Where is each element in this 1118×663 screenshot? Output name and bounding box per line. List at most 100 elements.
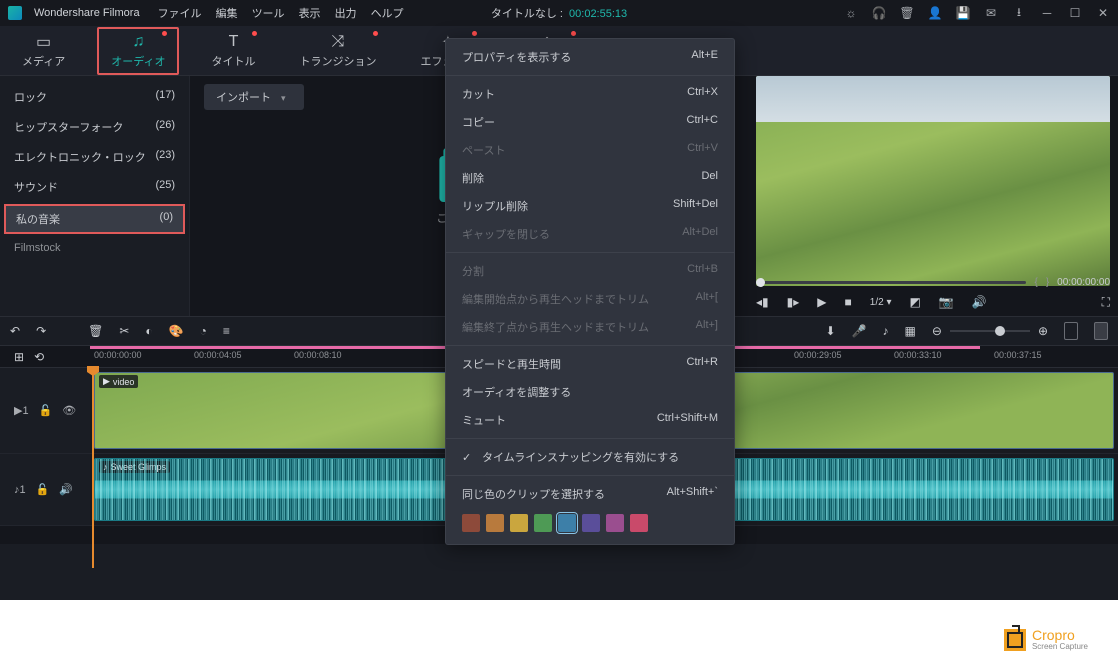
audio-category-sidebar: ロック(17) ヒップスターフォーク(26) エレクトロニック・ロック(23) … (0, 76, 190, 316)
ctx-adjust-audio[interactable]: オーディオを調整する (446, 378, 734, 406)
delete-icon[interactable]: 🗑 (88, 324, 103, 338)
ctx-ripple-delete[interactable]: リップル削除Shift+Del (446, 192, 734, 220)
text-icon: T (229, 33, 239, 51)
seek-slider[interactable] (756, 281, 1026, 284)
swatch-2[interactable] (510, 514, 528, 532)
zoom-in-icon[interactable]: ⊕ (1038, 324, 1048, 338)
menu-edit[interactable]: 編集 (216, 5, 238, 21)
speed-icon[interactable]: ◔ (200, 324, 207, 338)
sidebar-item-hipster[interactable]: ヒップスターフォーク(26) (0, 112, 189, 142)
volume-icon[interactable]: 🔊 (972, 295, 987, 309)
minimize-icon[interactable]: ─ (1040, 6, 1054, 20)
import-button[interactable]: インポート (204, 84, 304, 110)
ctx-trim-start: 編集開始点から再生ヘッドまでトリムAlt+[ (446, 285, 734, 313)
color-icon[interactable]: 🎨 (169, 324, 184, 338)
share-icon[interactable]: ✉ (984, 6, 998, 20)
ctx-speed[interactable]: スピードと再生時間Ctrl+R (446, 350, 734, 378)
close-icon[interactable]: ✕ (1096, 6, 1110, 20)
preview-scale[interactable]: 1/2 ▾ (870, 297, 892, 308)
sidebar-item-mymusic[interactable]: 私の音楽(0) (4, 204, 185, 234)
stop-icon[interactable]: ■ (845, 295, 852, 309)
ctx-properties[interactable]: プロパティを表示するAlt+E (446, 43, 734, 71)
ctx-mute[interactable]: ミュートCtrl+Shift+M (446, 406, 734, 434)
save-icon[interactable]: 💾 (956, 6, 970, 20)
preview-video[interactable] (756, 76, 1110, 286)
zoom-slider[interactable] (950, 330, 1030, 332)
track-audio-icon: ♪1 (14, 484, 26, 496)
audio-icon[interactable]: ♪ (883, 324, 889, 338)
filmstock-link[interactable]: Filmstock (0, 236, 189, 260)
zoom-out-icon[interactable]: ⊖ (932, 324, 942, 338)
zoom-fit-icon[interactable] (1064, 322, 1078, 340)
mark-out-icon[interactable]: } (1046, 277, 1049, 288)
sidebar-item-sound[interactable]: サウンド(25) (0, 172, 189, 202)
swatch-1[interactable] (486, 514, 504, 532)
swatch-6[interactable] (606, 514, 624, 532)
marker-icon[interactable]: ▦ (905, 324, 916, 338)
tab-title[interactable]: Tタイトル (199, 29, 267, 73)
sidebar-item-rock[interactable]: ロック(17) (0, 82, 189, 112)
tab-audio[interactable]: ♫オーディオ (97, 27, 179, 75)
music-icon: ♫ (132, 33, 144, 51)
prev-frame-icon[interactable]: ◂▮ (756, 295, 769, 309)
zoom-fit2-icon[interactable] (1094, 322, 1108, 340)
track-video-icon: ▶1 (14, 404, 29, 417)
ctx-split: 分割Ctrl+B (446, 257, 734, 285)
ctx-trim-end: 編集終了点から再生ヘッドまでトリムAlt+] (446, 313, 734, 341)
preview-controls: ◂▮ ▮▸ ▶ ■ 1/2 ▾ ◩ 📷 🔊 ⛶ (756, 290, 1110, 314)
ctx-snapping[interactable]: タイムラインスナッピングを有効にする (446, 443, 734, 471)
ctx-close-gap: ギャップを閉じるAlt+Del (446, 220, 734, 248)
swatch-5[interactable] (582, 514, 600, 532)
watermark-icon (1004, 629, 1026, 651)
project-title: タイトルなし : 00:02:55:13 (491, 5, 627, 21)
menu-help[interactable]: ヘルプ (371, 5, 404, 21)
ctx-select-color[interactable]: 同じ色のクリップを選択するAlt+Shift+` (446, 480, 734, 508)
sidebar-item-electronic[interactable]: エレクトロニック・ロック(23) (0, 142, 189, 172)
folder-icon: ▭ (36, 33, 51, 51)
mute-icon[interactable]: 🔊 (59, 483, 73, 496)
ctx-copy[interactable]: コピーCtrl+C (446, 108, 734, 136)
eye-icon[interactable]: 👁 (62, 404, 76, 417)
menu-tools[interactable]: ツール (252, 5, 285, 21)
brightness-icon[interactable]: ☼ (844, 6, 858, 20)
play-back-icon[interactable]: ▮▸ (787, 295, 800, 309)
playhead[interactable] (92, 368, 94, 568)
maximize-icon[interactable]: ☐ (1068, 6, 1082, 20)
video-clip-label: ▶ video (99, 375, 138, 388)
mic-icon[interactable]: 🎤 (852, 324, 867, 338)
track-add-icon[interactable]: ⊞ (14, 350, 24, 364)
swatch-3[interactable] (534, 514, 552, 532)
headphones-icon[interactable]: 🎧 (872, 6, 886, 20)
menu-output[interactable]: 出力 (335, 5, 357, 21)
split-icon[interactable]: ✂ (119, 324, 129, 338)
app-brand: Wondershare Filmora (34, 7, 140, 19)
undo-icon[interactable]: ↶ (10, 324, 20, 338)
lock-icon[interactable]: 🔓 (36, 483, 50, 496)
transition-icon: ⤨ (332, 33, 345, 51)
crop-icon[interactable]: ◐ (145, 324, 152, 338)
ctx-paste: ペーストCtrl+V (446, 136, 734, 164)
preview-panel: { } 00:00:00:00 ◂▮ ▮▸ ▶ ■ 1/2 ▾ ◩ 📷 🔊 ⛶ (748, 76, 1118, 316)
fullscreen-icon[interactable]: ⛶ (1102, 295, 1110, 310)
user-icon[interactable]: 👤 (928, 6, 942, 20)
play-icon[interactable]: ▶ (817, 295, 826, 309)
record-icon[interactable]: ⬇ (826, 324, 836, 338)
menu-file[interactable]: ファイル (158, 5, 202, 21)
download-icon[interactable]: ⭳ (1012, 6, 1026, 20)
track-link-icon[interactable]: ⟲ (34, 350, 44, 364)
redo-icon[interactable]: ↷ (36, 324, 46, 338)
ctx-cut[interactable]: カットCtrl+X (446, 80, 734, 108)
swatch-4[interactable] (558, 514, 576, 532)
trash-icon[interactable]: 🗑 (900, 6, 914, 20)
lock-icon[interactable]: 🔓 (39, 404, 53, 417)
mark-in-icon[interactable]: { (1034, 277, 1037, 288)
tab-media[interactable]: ▭メディア (10, 29, 77, 73)
snapshot-icon[interactable]: 📷 (939, 295, 954, 309)
quality-icon[interactable]: ◩ (909, 295, 920, 309)
tab-transition[interactable]: ⤨トランジション (287, 29, 388, 73)
swatch-0[interactable] (462, 514, 480, 532)
ctx-delete[interactable]: 削除Del (446, 164, 734, 192)
swatch-7[interactable] (630, 514, 648, 532)
menu-view[interactable]: 表示 (299, 5, 321, 21)
settings-icon[interactable]: ≡ (223, 324, 230, 338)
